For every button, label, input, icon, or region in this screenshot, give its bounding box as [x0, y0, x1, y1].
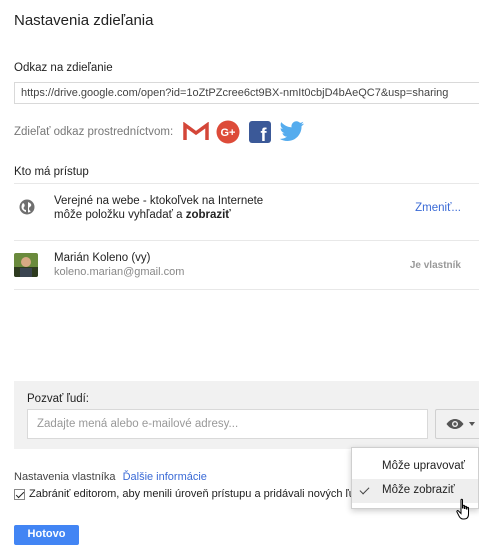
google-plus-icon[interactable]: G+: [215, 119, 241, 145]
dialog-title: Nastavenia zdieľania: [14, 12, 154, 29]
facebook-icon[interactable]: f: [247, 119, 273, 145]
menu-item-can-edit[interactable]: Môže upravovať: [352, 455, 478, 479]
public-access-line2-bold: zobraziť: [185, 209, 231, 221]
divider: [14, 183, 479, 184]
owner-role: Je vlastník: [409, 260, 461, 271]
invite-section: Pozvať ľudí: Zadajte mená alebo e-mailov…: [14, 381, 479, 449]
divider: [14, 240, 479, 241]
share-via-label: Zdieľať odkaz prostredníctvom:: [14, 126, 174, 138]
prevent-editors-option: Zabrániť editorom, aby menili úroveň prí…: [14, 488, 364, 500]
change-access-link[interactable]: Zmeniť...: [415, 202, 461, 214]
public-access-line2: môže položku vyhľadať a zobraziť: [54, 208, 263, 222]
access-section-label: Kto má prístup: [14, 166, 89, 178]
chevron-down-icon: [468, 422, 475, 426]
gmail-icon[interactable]: [183, 119, 209, 145]
share-link-field[interactable]: https://drive.google.com/open?id=1oZtPZc…: [14, 82, 479, 104]
owner-text: Marián Koleno (vy) koleno.marian@gmail.c…: [54, 251, 184, 279]
google-plus-glyph: G+: [221, 127, 236, 139]
menu-item-label: Môže upravovať: [382, 460, 465, 472]
invite-input[interactable]: Zadajte mená alebo e-mailové adresy...: [27, 409, 428, 439]
prevent-editors-checkbox[interactable]: [14, 488, 25, 500]
invite-label: Pozvať ľudí:: [27, 393, 90, 405]
facebook-glyph: f: [261, 125, 268, 143]
owner-settings-row: Nastavenia vlastníka Ďalšie informácie: [14, 471, 207, 483]
access-row-public: Verejné na webe - ktokoľvek na Internete…: [14, 186, 479, 231]
public-access-line2-prefix: môže položku vyhľadať a: [54, 209, 186, 221]
prevent-editors-label: Zabrániť editorom, aby menili úroveň prí…: [29, 488, 365, 500]
avatar: [14, 253, 38, 277]
permission-dropdown-button[interactable]: [435, 409, 479, 439]
owner-email: koleno.marian@gmail.com: [54, 266, 185, 278]
public-access-text: Verejné na webe - ktokoľvek na Internete…: [54, 194, 263, 222]
learn-more-link[interactable]: Ďalšie informácie: [123, 471, 207, 483]
access-row-owner: Marián Koleno (vy) koleno.marian@gmail.c…: [14, 243, 479, 288]
divider: [14, 289, 479, 290]
twitter-icon[interactable]: [279, 119, 305, 145]
owner-name: Marián Koleno (vy): [54, 252, 151, 264]
share-via-row: Zdieľať odkaz prostredníctvom: G+ f: [14, 117, 311, 147]
public-access-line1: Verejné na webe - ktokoľvek na Internete: [54, 195, 264, 207]
checkmark-icon: [359, 484, 370, 495]
globe-icon: [18, 198, 36, 216]
hand-cursor-icon: [456, 498, 469, 520]
owner-settings-label: Nastavenia vlastníka: [14, 471, 116, 483]
share-link-label: Odkaz na zdieľanie: [14, 62, 113, 74]
done-button[interactable]: Hotovo: [14, 525, 79, 545]
menu-item-label: Môže zobraziť: [382, 484, 455, 496]
eye-icon: [446, 419, 463, 429]
